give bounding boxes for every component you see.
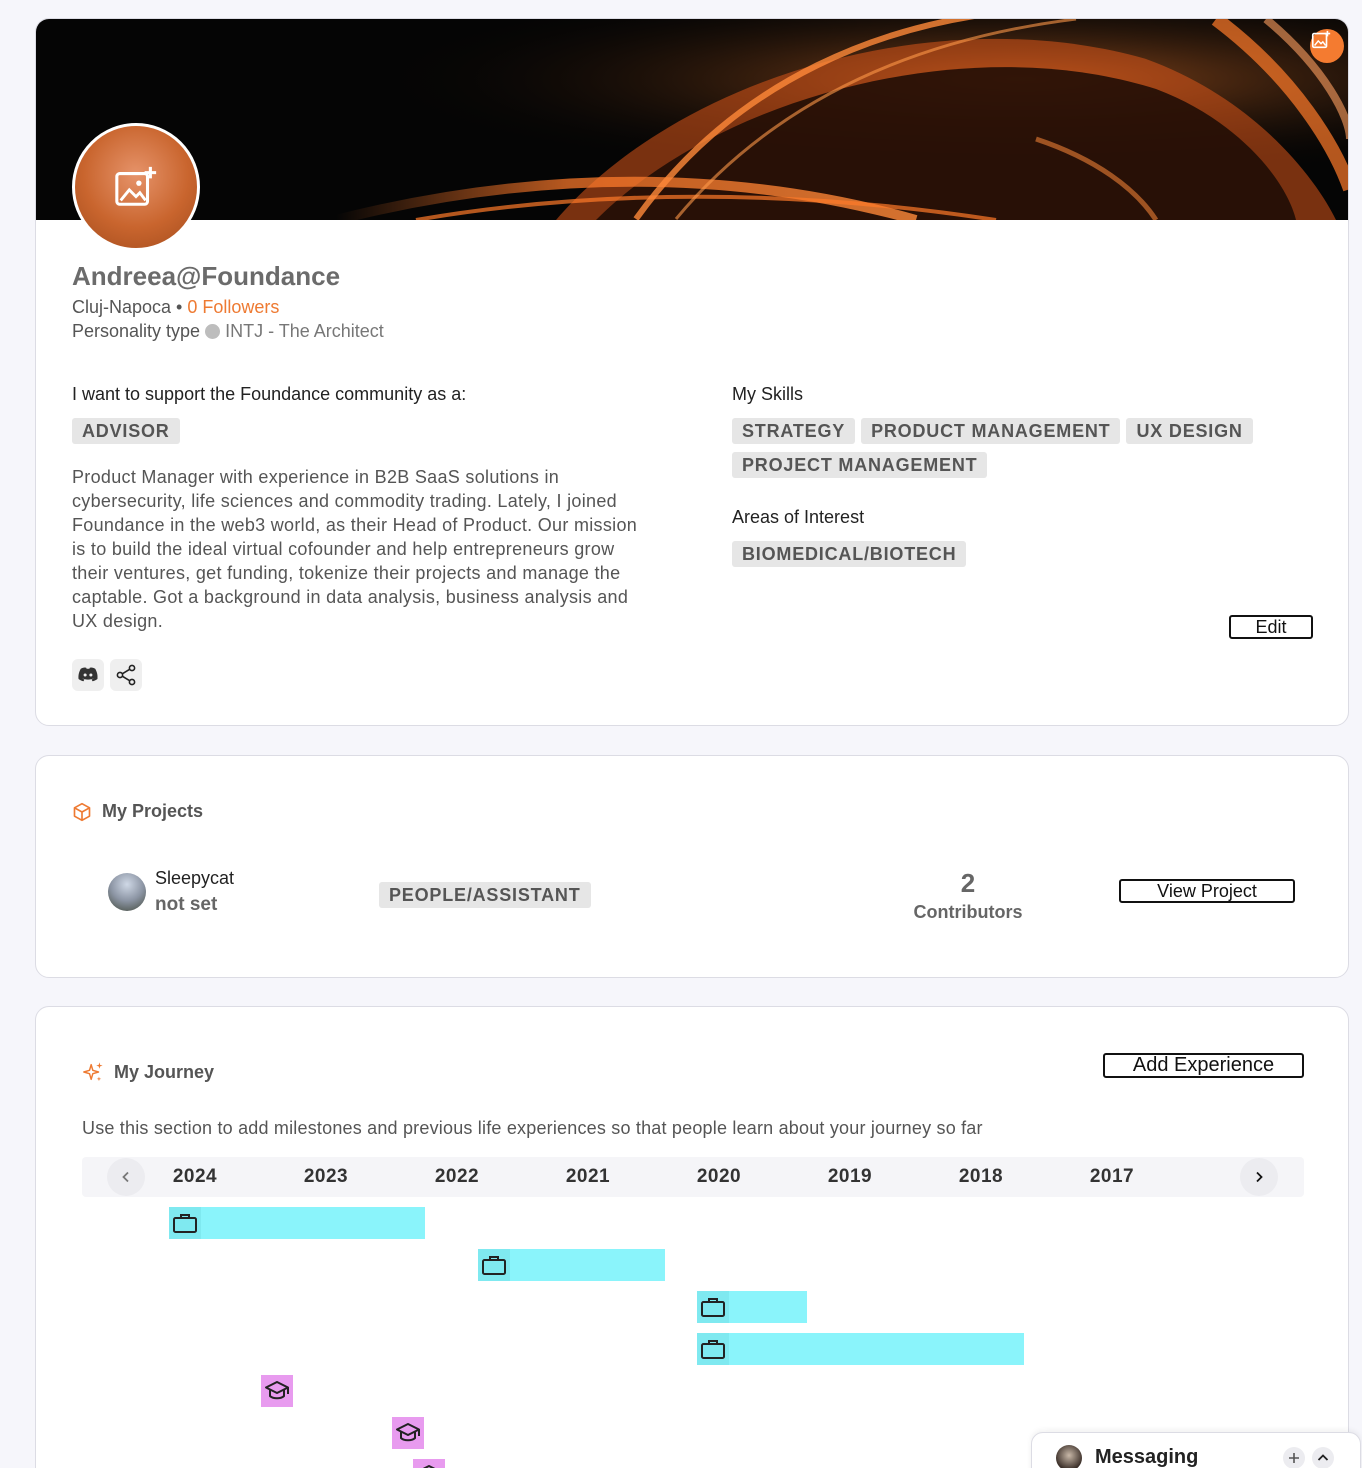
new-message-button[interactable] (1283, 1447, 1305, 1468)
work-icon-box (478, 1249, 510, 1281)
projects-card: My Projects Sleepycat not set PEOPLE/ASS… (35, 755, 1349, 978)
profile-card: Andreea@Foundance Cluj-Napoca • 0 Follower… (35, 18, 1349, 726)
discord-icon (78, 667, 98, 682)
edit-profile-button[interactable]: Edit (1229, 615, 1313, 639)
messaging-avatar (1056, 1445, 1082, 1468)
year-label[interactable]: 2019 (810, 1166, 890, 1188)
chevron-left-icon (122, 1171, 129, 1183)
sparkles-icon (83, 1062, 103, 1082)
journey-title: My Journey (114, 1061, 215, 1082)
cube-icon (73, 802, 91, 821)
project-avatar (108, 873, 146, 911)
add-experience-button[interactable]: Add Experience (1103, 1053, 1304, 1078)
banner-artwork (36, 19, 1348, 220)
followers-link[interactable]: 0 Followers (187, 297, 279, 317)
work-experience-bar[interactable] (169, 1207, 425, 1239)
year-label[interactable]: 2018 (941, 1166, 1021, 1188)
chevron-up-icon (1317, 1454, 1329, 1461)
skills-label: My Skills (732, 384, 803, 404)
edit-cover-button[interactable] (1310, 29, 1344, 63)
work-experience-bar[interactable] (697, 1291, 807, 1323)
separator-dot: • (176, 297, 183, 317)
briefcase-icon (701, 1340, 725, 1359)
briefcase-icon (701, 1298, 725, 1317)
interests-label: Areas of Interest (732, 507, 865, 527)
year-label[interactable]: 2024 (155, 1166, 235, 1188)
chevron-right-icon (1256, 1171, 1263, 1183)
cover-banner (36, 19, 1348, 220)
contributors-label: Contributors (913, 902, 1023, 922)
personality-line: Personality type INTJ - The Architect (72, 321, 384, 342)
project-row: Sleepycat not set PEOPLE/ASSISTANT 2 Con… (108, 868, 1298, 928)
graduation-cap-icon (265, 1381, 289, 1400)
year-label[interactable]: 2022 (417, 1166, 497, 1188)
add-image-icon (1311, 30, 1331, 49)
timeline-year-bar: 2024 2023 2022 2021 2020 2019 2018 2017 (82, 1157, 1304, 1197)
messaging-dock[interactable]: Messaging (1031, 1432, 1361, 1468)
briefcase-icon (482, 1256, 506, 1275)
skill-tag: STRATEGY (732, 418, 856, 444)
projects-title: My Projects (102, 801, 204, 821)
interest-tag: BIOMEDICAL/BIOTECH (732, 541, 967, 567)
personality-label: Personality type (72, 321, 201, 341)
expand-messaging-button[interactable] (1312, 1447, 1334, 1468)
social-links (72, 659, 142, 691)
personality-value: INTJ - The Architect (225, 321, 384, 341)
view-project-button[interactable]: View Project (1119, 879, 1295, 903)
project-name: Sleepycat (155, 868, 235, 888)
timeline-next-button[interactable] (1240, 1158, 1278, 1196)
profile-avatar[interactable] (72, 123, 200, 251)
skill-tag: UX DESIGN (1126, 418, 1253, 444)
year-label[interactable]: 2020 (679, 1166, 759, 1188)
journey-header: My Journey (82, 1061, 214, 1083)
location-text: Cluj-Napoca (72, 297, 172, 317)
profile-bio: Product Manager with experience in B2B S… (72, 467, 638, 631)
role-tag: ADVISOR (72, 418, 180, 444)
project-category-tag: PEOPLE/ASSISTANT (379, 882, 591, 908)
work-icon-box (697, 1291, 729, 1323)
work-icon-box (697, 1333, 729, 1365)
interests-list: BIOMEDICAL/BIOTECH (732, 541, 967, 567)
skill-tag: PROJECT MANAGEMENT (732, 452, 988, 478)
work-icon-box (169, 1207, 201, 1239)
graduation-cap-icon (422, 1465, 436, 1468)
work-experience-bar[interactable] (478, 1249, 665, 1281)
add-image-icon (115, 166, 157, 206)
projects-header: My Projects (72, 801, 203, 822)
briefcase-icon (173, 1214, 197, 1233)
share-button[interactable] (110, 659, 142, 691)
journey-description: Use this section to add milestones and p… (82, 1118, 983, 1138)
education-marker[interactable] (392, 1417, 424, 1449)
skill-tag: PRODUCT MANAGEMENT (861, 418, 1121, 444)
education-marker[interactable] (413, 1459, 445, 1468)
project-status: not set (155, 894, 218, 915)
skills-list: STRATEGY PRODUCT MANAGEMENT UX DESIGN PR… (732, 418, 1292, 478)
support-label: I want to support the Foundance communit… (72, 384, 467, 404)
education-marker[interactable] (261, 1375, 293, 1407)
share-icon (116, 664, 136, 686)
plus-icon (1289, 1453, 1299, 1463)
messaging-label: Messaging (1095, 1446, 1199, 1468)
profile-name: Andreea@Foundance (72, 261, 341, 291)
contributors-count: 2 (960, 868, 976, 898)
year-label[interactable]: 2021 (548, 1166, 628, 1188)
location-line: Cluj-Napoca • 0 Followers (72, 297, 279, 318)
graduation-cap-icon (396, 1423, 420, 1442)
journey-card: My Journey Add Experience Use this secti… (35, 1006, 1349, 1468)
timeline-prev-button[interactable] (107, 1158, 145, 1196)
discord-button[interactable] (72, 659, 104, 691)
year-label[interactable]: 2023 (286, 1166, 366, 1188)
year-label[interactable]: 2017 (1072, 1166, 1152, 1188)
work-experience-bar[interactable] (697, 1333, 1024, 1365)
personality-indicator-icon (205, 324, 221, 339)
